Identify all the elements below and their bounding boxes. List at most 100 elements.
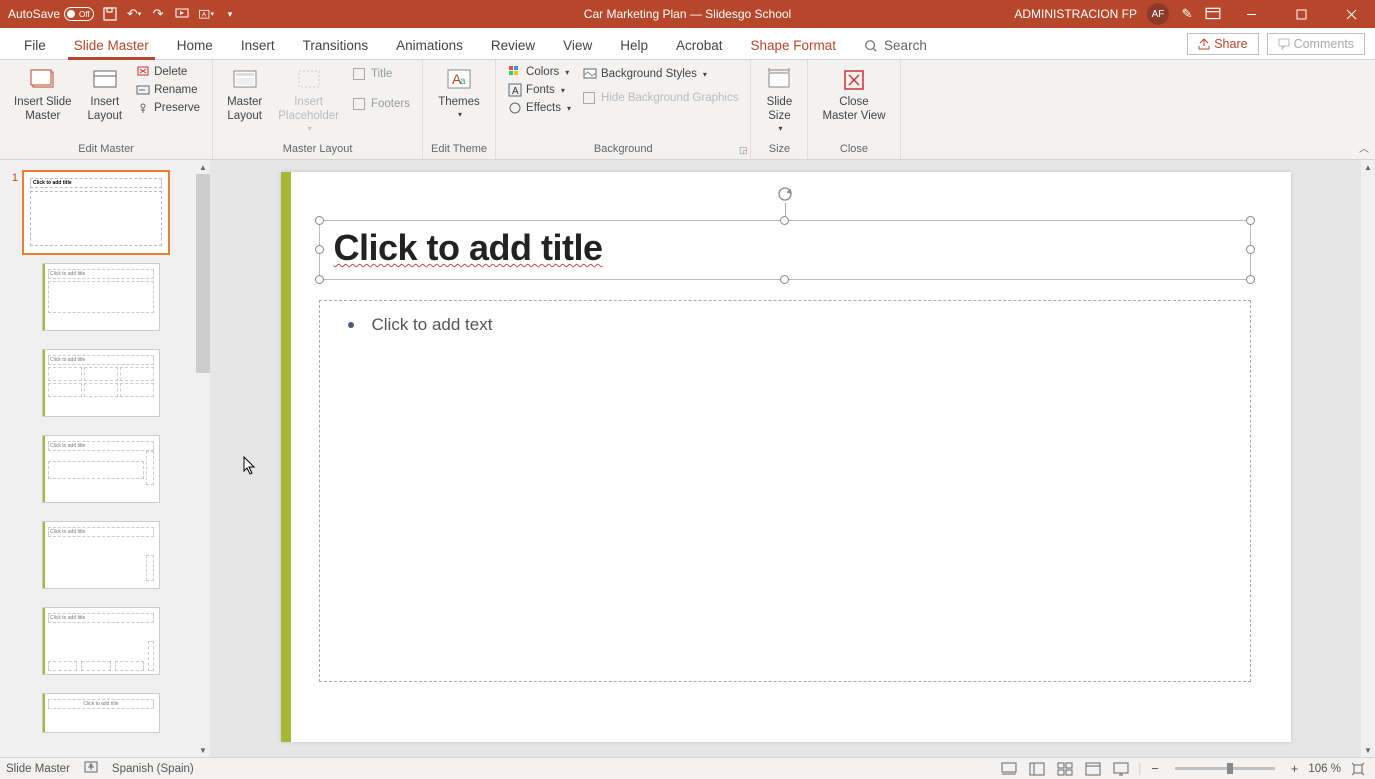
zoom-level-label[interactable]: 106 % [1308,763,1341,775]
thumb-scrollbar[interactable]: ▲ ▼ [196,160,210,757]
svg-text:A: A [512,86,519,97]
autosave-control[interactable]: AutoSave Off [8,7,94,21]
undo-icon[interactable]: ↶▾ [126,6,142,22]
master-thumbnail[interactable]: Click to add title [22,170,170,255]
font-box-icon[interactable]: A▾ [198,6,214,22]
fonts-button[interactable]: AFonts▾ [504,82,575,98]
redo-icon[interactable]: ↷ [150,6,166,22]
layout-thumbnail[interactable]: Click to add title [42,693,160,733]
themes-button[interactable]: Aa Themes ▾ [432,64,486,121]
user-avatar[interactable]: AF [1147,3,1169,25]
notes-button[interactable] [998,760,1020,778]
hide-background-checkbox: Hide Background Graphics [579,88,742,108]
effects-icon [508,101,522,115]
tab-help[interactable]: Help [606,32,662,59]
scroll-down-icon[interactable]: ▼ [1361,743,1375,757]
tab-slide-master[interactable]: Slide Master [60,32,163,59]
fit-to-window-button[interactable] [1347,760,1369,778]
rename-button[interactable]: Rename [132,82,204,98]
slide-scrollbar[interactable]: ▲ ▼ [1361,160,1375,757]
title-placeholder[interactable]: Click to add title [319,220,1251,280]
tab-file[interactable]: File [10,32,60,59]
tab-view[interactable]: View [549,32,606,59]
share-button[interactable]: Share [1187,33,1258,55]
body-text[interactable]: Click to add text [372,315,493,335]
comments-button: Comments [1267,33,1365,55]
magic-icon[interactable]: ✎ [1179,6,1195,22]
title-text[interactable]: Click to add title [320,221,1250,275]
search-tell-me[interactable]: Search [850,32,941,59]
tab-animations[interactable]: Animations [382,32,477,59]
scroll-thumb[interactable] [196,174,210,373]
language-label[interactable]: Spanish (Spain) [112,763,194,775]
slideshow-button[interactable] [1110,760,1132,778]
body-placeholder[interactable]: Click to add text [319,300,1251,682]
scroll-down-icon[interactable]: ▼ [196,743,210,757]
title-bar: AutoSave Off ↶▾ ↷ A▾ ▾ Car Marketing Pla… [0,0,1375,28]
resize-handle[interactable] [1246,245,1255,254]
master-layout-button[interactable]: Master Layout [221,64,268,126]
close-icon [840,66,868,94]
resize-handle[interactable] [1246,275,1255,284]
zoom-slider[interactable] [1175,767,1275,770]
tab-shape-format[interactable]: Shape Format [737,32,851,59]
resize-handle[interactable] [780,216,789,225]
close-master-view-button[interactable]: Close Master View [816,64,891,126]
insert-slide-master-button[interactable]: Insert Slide Master [8,64,78,126]
autosave-toggle[interactable]: Off [64,7,94,21]
tab-transitions[interactable]: Transitions [289,32,383,59]
tab-acrobat[interactable]: Acrobat [662,32,737,59]
minimize-button[interactable] [1231,0,1271,28]
slide-size-button[interactable]: Slide Size▾ [759,64,799,135]
slide-canvas[interactable]: Click to add title Click to add text [281,172,1291,742]
resize-handle[interactable] [780,275,789,284]
maximize-button[interactable] [1281,0,1321,28]
group-label: Size [769,141,790,157]
preserve-button[interactable]: Preserve [132,100,204,116]
ribbon-group-master-layout: Master Layout Insert Placeholder▾ Title … [213,60,423,159]
layout-thumbnail[interactable]: Click to add title [42,607,160,675]
zoom-in-button[interactable]: + [1287,761,1303,776]
search-label: Search [884,38,927,53]
resize-handle[interactable] [315,245,324,254]
fonts-icon: A [508,83,522,97]
group-label: Edit Theme [431,141,487,157]
resize-handle[interactable] [315,275,324,284]
effects-button[interactable]: Effects▾ [504,100,575,116]
svg-text:A: A [202,11,207,18]
save-icon[interactable] [102,6,118,22]
layout-thumbnail[interactable]: Click to add title [42,435,160,503]
ribbon-display-icon[interactable] [1205,6,1221,22]
background-styles-button[interactable]: Background Styles▾ [579,66,742,82]
accessibility-icon[interactable] [84,760,98,777]
view-mode-label[interactable]: Slide Master [6,763,70,775]
zoom-knob[interactable] [1227,763,1233,774]
insert-layout-button[interactable]: Insert Layout [82,64,129,126]
resize-handle[interactable] [1246,216,1255,225]
tab-home[interactable]: Home [163,32,227,59]
checkbox-icon [353,98,365,110]
dialog-launcher-icon[interactable]: ◲ [739,145,748,156]
zoom-out-button[interactable]: − [1147,761,1163,776]
delete-icon [136,65,150,79]
tab-insert[interactable]: Insert [227,32,289,59]
colors-button[interactable]: Colors▾ [504,64,575,80]
delete-button[interactable]: Delete [132,64,204,80]
from-beginning-icon[interactable] [174,6,190,22]
collapse-ribbon-icon[interactable]: ︿ [1359,140,1369,155]
ribbon-group-background: Colors▾ AFonts▾ Effects▾ Background Styl… [496,60,751,159]
resize-handle[interactable] [315,216,324,225]
sorter-view-button[interactable] [1054,760,1076,778]
scroll-up-icon[interactable]: ▲ [1361,160,1375,174]
layout-thumbnail[interactable]: Click to add title [42,263,160,331]
qat-customize-icon[interactable]: ▾ [222,6,238,22]
preserve-icon [136,101,150,115]
tab-review[interactable]: Review [477,32,549,59]
layout-thumbnail[interactable]: Click to add title [42,349,160,417]
close-button[interactable] [1331,0,1371,28]
menu-bar: FileSlide MasterHomeInsertTransitionsAni… [0,28,1375,60]
layout-thumbnail[interactable]: Click to add title [42,521,160,589]
reading-view-button[interactable] [1082,760,1104,778]
scroll-up-icon[interactable]: ▲ [196,160,210,174]
normal-view-button[interactable] [1026,760,1048,778]
